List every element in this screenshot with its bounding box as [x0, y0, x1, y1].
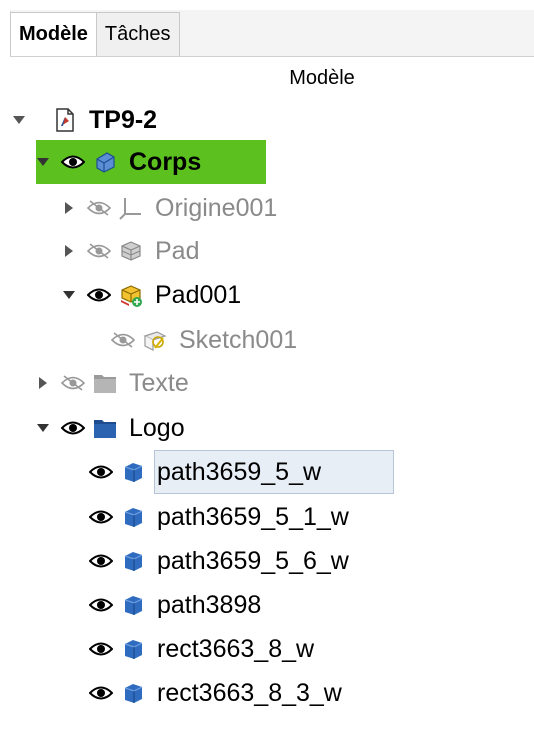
eye-hidden-icon[interactable] [110, 330, 136, 350]
tab-tasks[interactable]: Tâches [95, 12, 180, 56]
tree-item-sketch001[interactable]: Sketch001 [110, 320, 302, 360]
tab-bar: Modèle Tâches [10, 12, 180, 56]
tab-model[interactable]: Modèle [10, 12, 97, 56]
pad-tip-icon [118, 282, 144, 308]
tree-header[interactable]: Modèle [10, 57, 534, 99]
tree-item-label: path3659_5_6_w [157, 547, 349, 575]
chevron-down-icon[interactable] [62, 288, 76, 302]
chevron-down-icon[interactable] [36, 155, 50, 169]
solid-cube-icon [120, 504, 146, 530]
folder-icon [92, 370, 118, 396]
origin-axes-icon [118, 195, 144, 221]
solid-cube-icon [120, 680, 146, 706]
tree-item-pad001[interactable]: Pad001 [62, 275, 246, 315]
tree-item-label: TP9-2 [89, 106, 158, 134]
tree-item-label: Texte [129, 369, 189, 397]
eye-icon[interactable] [88, 507, 114, 527]
body-icon [92, 149, 118, 175]
tree-item-corps[interactable]: Corps [36, 142, 206, 182]
eye-icon[interactable] [60, 152, 86, 172]
chevron-down-icon[interactable] [36, 421, 50, 435]
eye-icon[interactable] [88, 595, 114, 615]
chevron-down-icon[interactable] [12, 113, 26, 127]
chevron-right-icon[interactable] [36, 376, 50, 390]
folder-icon [92, 415, 118, 441]
tree-item-path3659-5-6-w[interactable]: path3659_5_6_w [88, 541, 354, 581]
eye-icon[interactable] [86, 285, 112, 305]
eye-hidden-icon[interactable] [86, 198, 112, 218]
eye-icon[interactable] [88, 683, 114, 703]
eye-icon[interactable] [88, 639, 114, 659]
solid-cube-icon [120, 636, 146, 662]
tree-item-label: rect3663_8_w [157, 635, 315, 663]
tree-item-label: path3898 [157, 591, 262, 619]
tree-item-label: Pad001 [155, 281, 242, 309]
pad-icon [118, 238, 144, 264]
tree-item-label: Corps [129, 148, 202, 176]
eye-hidden-icon[interactable] [60, 373, 86, 393]
tree-item-tp9-2[interactable]: TP9-2 [12, 100, 162, 140]
eye-icon[interactable] [88, 462, 114, 482]
eye-icon[interactable] [60, 418, 86, 438]
solid-cube-icon [120, 459, 146, 485]
tree-item-path3898[interactable]: path3898 [88, 585, 266, 625]
tree-item-label: Pad [155, 237, 200, 265]
tree-item-label: path3659_5_1_w [157, 503, 349, 531]
sketch-icon [142, 327, 168, 353]
eye-hidden-icon[interactable] [86, 241, 112, 261]
tree-item-label: rect3663_8_3_w [157, 679, 342, 707]
tree-item-path3659-5-w[interactable]: path3659_5_w [88, 452, 326, 492]
solid-cube-icon [120, 548, 146, 574]
tree-item-pad[interactable]: Pad [62, 231, 204, 271]
solid-cube-icon [120, 592, 146, 618]
chevron-right-icon[interactable] [62, 201, 76, 215]
tree-item-label: Logo [129, 414, 185, 442]
tree-item-label: Sketch001 [179, 326, 298, 354]
tree-item-texte[interactable]: Texte [36, 363, 194, 403]
tree-item-rect3663-8-w[interactable]: rect3663_8_w [88, 629, 319, 669]
tree-item-logo[interactable]: Logo [36, 408, 190, 448]
tree-item-path3659-5-1-w[interactable]: path3659_5_1_w [88, 497, 354, 537]
tree-item-label: path3659_5_w [157, 458, 322, 486]
tree-item-label: Origine001 [155, 194, 278, 222]
tree-item-origine001[interactable]: Origine001 [62, 188, 282, 228]
chevron-right-icon[interactable] [62, 244, 76, 258]
document-icon [52, 107, 78, 133]
tree-item-rect3663-8-3-w[interactable]: rect3663_8_3_w [88, 673, 347, 713]
eye-icon[interactable] [88, 551, 114, 571]
